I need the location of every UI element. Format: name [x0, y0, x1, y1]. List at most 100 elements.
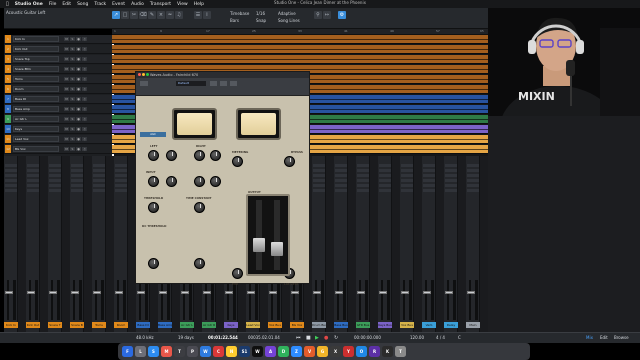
channel-name[interactable]: Keys Bus — [378, 322, 392, 328]
mute-button[interactable]: M — [64, 127, 69, 131]
fader-handle[interactable] — [401, 291, 409, 294]
position-display[interactable]: 00:01:22.544 — [208, 335, 238, 340]
insert-slot[interactable] — [401, 189, 413, 192]
eraser-tool-button[interactable]: ⌫ — [139, 11, 147, 19]
fader-handle[interactable] — [181, 291, 189, 294]
solo-button[interactable]: S — [70, 37, 75, 41]
power-button[interactable] — [140, 81, 148, 86]
loop-button[interactable]: ↻ — [334, 335, 338, 341]
mute-tool-button[interactable]: × — [157, 11, 165, 19]
mix-knob[interactable] — [232, 268, 243, 279]
record-arm-button[interactable]: ● — [76, 117, 81, 121]
mode-left-knob[interactable] — [148, 258, 159, 269]
insert-slot[interactable] — [115, 164, 127, 167]
inspector-button[interactable]: i — [203, 11, 211, 19]
arrow-tool-button[interactable]: ↗ — [112, 11, 120, 19]
insert-slot[interactable] — [313, 184, 325, 187]
fader-handle[interactable] — [27, 291, 35, 294]
track-lane[interactable] — [112, 45, 488, 54]
fader-handle[interactable] — [423, 291, 431, 294]
fader-handle[interactable] — [467, 291, 475, 294]
menu-song[interactable]: Song — [77, 2, 88, 7]
track-name-field[interactable]: Lead Vox — [13, 136, 59, 142]
menu-help[interactable]: Help — [194, 2, 204, 7]
dock-app-icon[interactable]: G — [317, 346, 328, 357]
record-arm-button[interactable]: ● — [76, 57, 81, 61]
track-header[interactable]: 4 Snare Btm M S ● ♫ — [4, 65, 112, 74]
insert-slot[interactable] — [379, 174, 391, 177]
menu-transport[interactable]: Transport — [150, 2, 171, 7]
insert-slot[interactable] — [49, 169, 61, 172]
insert-slot[interactable] — [423, 179, 435, 182]
track-name-field[interactable]: Ac Gtr L — [13, 116, 59, 122]
record-arm-button[interactable]: ● — [76, 147, 81, 151]
channel-name[interactable]: Room — [114, 322, 128, 328]
dc-threshold-right-knob[interactable] — [194, 202, 205, 213]
insert-slot[interactable] — [401, 179, 413, 182]
insert-slot[interactable] — [357, 189, 369, 192]
mute-button[interactable]: M — [64, 37, 69, 41]
channel-name[interactable]: Ac Gtr R — [202, 322, 216, 328]
fader-handle[interactable] — [115, 291, 123, 294]
monitor-button[interactable]: ♫ — [82, 57, 87, 61]
solo-button[interactable]: S — [70, 77, 75, 81]
insert-slot[interactable] — [49, 164, 61, 167]
time-constant-right-knob[interactable] — [166, 176, 177, 187]
insert-slot[interactable] — [357, 169, 369, 172]
quantize-label[interactable]: 1/16 — [256, 11, 265, 16]
insert-slot[interactable] — [445, 174, 457, 177]
monitor-button[interactable]: ♫ — [82, 137, 87, 141]
stop-button[interactable]: ■ — [306, 335, 311, 341]
track-name-field[interactable]: Room — [13, 86, 59, 92]
insert-slot[interactable] — [5, 174, 17, 177]
track-header[interactable]: 6 Room M S ● ♫ — [4, 85, 112, 94]
mute-button[interactable]: M — [64, 107, 69, 111]
time-signature[interactable]: 4 / 4 — [436, 335, 445, 340]
solo-button[interactable]: S — [70, 67, 75, 71]
insert-slot[interactable] — [27, 189, 39, 192]
monitor-button[interactable]: ♫ — [82, 67, 87, 71]
dock-app-icon[interactable]: M — [161, 346, 172, 357]
insert-slot[interactable] — [27, 169, 39, 172]
fader-handle[interactable] — [71, 291, 79, 294]
range-tool-button[interactable]: □ — [121, 11, 129, 19]
key-display[interactable]: C — [458, 335, 461, 340]
insert-slot[interactable] — [93, 174, 105, 177]
dock-app-icon[interactable]: A — [265, 346, 276, 357]
insert-slot[interactable] — [335, 184, 347, 187]
mode-right-knob[interactable] — [194, 258, 205, 269]
record-arm-button[interactable]: ● — [76, 87, 81, 91]
paste-button[interactable] — [230, 81, 237, 86]
fader-handle[interactable] — [335, 291, 343, 294]
preset-selector[interactable]: Default — [176, 81, 206, 86]
insert-slot[interactable] — [379, 169, 391, 172]
menu-file[interactable]: File — [49, 2, 57, 7]
channel-name[interactable]: Toms — [92, 322, 106, 328]
monitor-button[interactable]: ♫ — [82, 97, 87, 101]
insert-slot[interactable] — [313, 179, 325, 182]
fader-handle[interactable] — [203, 291, 211, 294]
menu-edit[interactable]: Edit — [62, 2, 71, 7]
insert-slot[interactable] — [401, 184, 413, 187]
channel-name[interactable]: Lead Vox — [246, 322, 260, 328]
insert-slot[interactable] — [467, 164, 479, 167]
insert-slot[interactable] — [401, 174, 413, 177]
compare-button[interactable] — [210, 81, 217, 86]
menu-view[interactable]: View — [177, 2, 188, 7]
copy-button[interactable] — [220, 81, 227, 86]
track-name-field[interactable]: Toms — [13, 76, 59, 82]
edit-view-button[interactable]: Edit — [600, 335, 608, 340]
track-header[interactable]: 3 Snare Top M S ● ♫ — [4, 55, 112, 64]
mute-button[interactable]: M — [64, 137, 69, 141]
bars-display[interactable]: 00035.02.01.04 — [248, 335, 280, 340]
insert-slot[interactable] — [115, 169, 127, 172]
app-menu[interactable]: Studio One — [15, 2, 43, 7]
solo-button[interactable]: S — [70, 117, 75, 121]
fader-handle[interactable] — [93, 291, 101, 294]
solo-button[interactable]: S — [70, 147, 75, 151]
insert-slot[interactable] — [313, 164, 325, 167]
mute-button[interactable]: M — [64, 57, 69, 61]
insert-slot[interactable] — [313, 174, 325, 177]
dock-app-icon[interactable]: T — [174, 346, 185, 357]
track-header[interactable]: 7 Bass DI M S ● ♫ — [4, 95, 112, 104]
